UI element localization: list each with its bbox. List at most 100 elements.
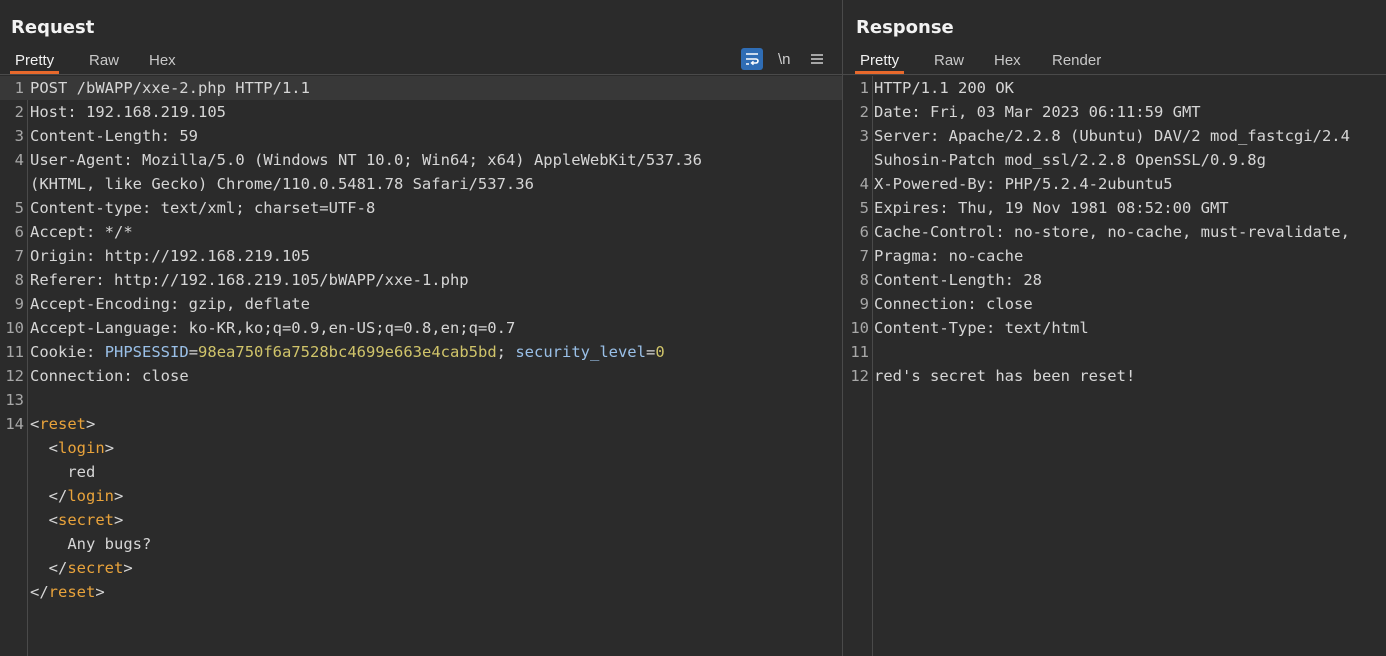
line-content: Server: Apache/2.2.8 (Ubuntu) DAV/2 mod_… (874, 124, 1350, 148)
header-separator: : (169, 319, 180, 337)
request-code-line: 2 Host: 192.168.219.105 (0, 100, 842, 124)
header-name: Connection (874, 295, 968, 313)
request-code-line: </login> (0, 484, 842, 508)
line-content: <login> (30, 436, 114, 460)
line-text: red's secret has been reset! (874, 367, 1136, 385)
line-number: 14 (5, 415, 24, 433)
tag-bracket: > (86, 415, 96, 433)
line-content: (KHTML, like Gecko) Chrome/110.0.5481.78… (30, 172, 534, 196)
header-separator: : (95, 271, 105, 289)
line-content: Connection: close (30, 364, 189, 388)
response-code-line: 6 Cache-Control: no-store, no-cache, must… (843, 220, 1386, 244)
response-code-line: 12 red's secret has been reset! (843, 364, 1386, 388)
line-content: Content-Length: 28 (874, 268, 1042, 292)
header-separator: : (86, 247, 96, 265)
header-value: Fri, 03 Mar 2023 06:11:59 GMT (920, 103, 1201, 121)
request-code-line: 4 User-Agent: Mozilla/5.0 (Windows NT 10.… (0, 148, 842, 172)
header-value: http://192.168.219.105/bWAPP/xxe-1.php (104, 271, 469, 289)
header-separator: : (930, 127, 940, 145)
line-number: 11 (850, 343, 869, 361)
xml-tag-name: reset (39, 415, 87, 433)
response-tab-pretty[interactable]: Pretty (855, 50, 905, 74)
request-editor[interactable]: 1 POST /bWAPP/xxe-2.php HTTP/1.1 2 Host: 19… (0, 76, 842, 656)
tag-bracket: </ (48, 559, 68, 577)
line-content: Content-Type: text/html (874, 316, 1089, 340)
line-content: Pragma: no-cache (874, 244, 1023, 268)
xml-tag-name: secret (67, 559, 124, 577)
header-separator: : (123, 367, 133, 385)
line-content: </secret> (30, 556, 133, 580)
newline-toggle-button[interactable]: \n (778, 48, 791, 72)
header-value: ko-KR,ko;q=0.9,en-US;q=0.8,en;q=0.7 (179, 319, 516, 337)
response-title: Response (856, 17, 954, 38)
header-name: Expires (874, 199, 940, 217)
header-value: no-store, no-cache, must-revalidate, (1004, 223, 1350, 241)
response-code-line: 2 Date: Fri, 03 Mar 2023 06:11:59 GMT (843, 100, 1386, 124)
xml-tag-name: reset (48, 583, 96, 601)
line-number: 13 (5, 391, 24, 409)
request-code-line: </reset> (0, 580, 842, 604)
request-code-line: 11 Cookie: PHPSESSID=98ea750f6a7528bc4699… (0, 340, 842, 364)
line-content: Host: 192.168.219.105 (30, 100, 226, 124)
line-content: </reset> (30, 580, 105, 604)
line-number: 3 (14, 127, 24, 145)
line-number: 5 (14, 199, 24, 217)
response-code-line: 11 (843, 340, 1386, 364)
line-content: Content-type: text/xml; charset=UTF-8 (30, 196, 375, 220)
request-code-line: 6 Accept: */* (0, 220, 842, 244)
hamburger-menu-icon[interactable] (810, 48, 824, 72)
line-content: <secret> (30, 508, 124, 532)
response-editor[interactable]: 1 HTTP/1.1 200 OK 2 Date: Fri, 03 Mar 2023 … (843, 76, 1386, 656)
header-name: Content-Length (30, 127, 161, 145)
line-number: 12 (5, 367, 24, 385)
request-code-line: 9 Accept-Encoding: gzip, deflate (0, 292, 842, 316)
header-separator: : (123, 151, 133, 169)
response-tab-raw[interactable]: Raw (929, 50, 969, 72)
response-tab-render[interactable]: Render (1047, 50, 1106, 72)
wrap-lines-icon[interactable] (741, 48, 763, 70)
line-number: 12 (850, 367, 869, 385)
line-content: User-Agent: Mozilla/5.0 (Windows NT 10.0… (30, 148, 702, 172)
header-value: */* (95, 223, 133, 241)
request-tab-pretty[interactable]: Pretty (10, 50, 60, 74)
line-number: 9 (859, 295, 869, 313)
header-value: no-cache (939, 247, 1024, 265)
header-value: close (132, 367, 189, 385)
tag-bracket: </ (48, 487, 68, 505)
line-text: POST /bWAPP/xxe-2.php HTTP/1.1 (30, 79, 310, 97)
response-code-line: 9 Connection: close (843, 292, 1386, 316)
request-tab-hex[interactable]: Hex (144, 50, 181, 72)
request-code-line: 13 (0, 388, 842, 412)
header-name: User-Agent (30, 151, 124, 169)
header-value: 192.168.219.105 (76, 103, 226, 121)
request-code-line: 12 Connection: close (0, 364, 842, 388)
header-name: Pragma (874, 247, 930, 265)
header-name: Referer (30, 271, 96, 289)
request-tab-raw[interactable]: Raw (84, 50, 124, 72)
line-content: Date: Fri, 03 Mar 2023 06:11:59 GMT (874, 100, 1201, 124)
header-separator: : (86, 223, 96, 241)
line-content: Suhosin-Patch mod_ssl/2.2.8 OpenSSL/0.9.… (874, 148, 1266, 172)
request-title: Request (11, 17, 95, 38)
line-content: Accept: */* (30, 220, 133, 244)
line-content: Accept-Language: ko-KR,ko;q=0.9,en-US;q=… (30, 316, 515, 340)
line-content: Expires: Thu, 19 Nov 1981 08:52:00 GMT (874, 196, 1229, 220)
request-code-line: red (0, 460, 842, 484)
line-content: </login> (30, 484, 124, 508)
header-separator: : (985, 319, 996, 337)
line-number: 8 (859, 271, 869, 289)
cookie-equals: = (645, 343, 656, 361)
line-content: Content-Length: 59 (30, 124, 198, 148)
xml-tag-name: secret (58, 511, 115, 529)
header-separator: : (160, 127, 170, 145)
header-name: Date (874, 103, 912, 121)
tag-bracket: < (48, 511, 59, 529)
response-tab-hex[interactable]: Hex (989, 50, 1026, 72)
line-number: 2 (859, 103, 869, 121)
line-text: Suhosin-Patch mod_ssl/2.2.8 OpenSSL/0.9.… (874, 151, 1266, 169)
header-separator: : (939, 199, 949, 217)
header-name: X-Powered-By (874, 175, 986, 193)
tag-bracket: > (95, 583, 105, 601)
